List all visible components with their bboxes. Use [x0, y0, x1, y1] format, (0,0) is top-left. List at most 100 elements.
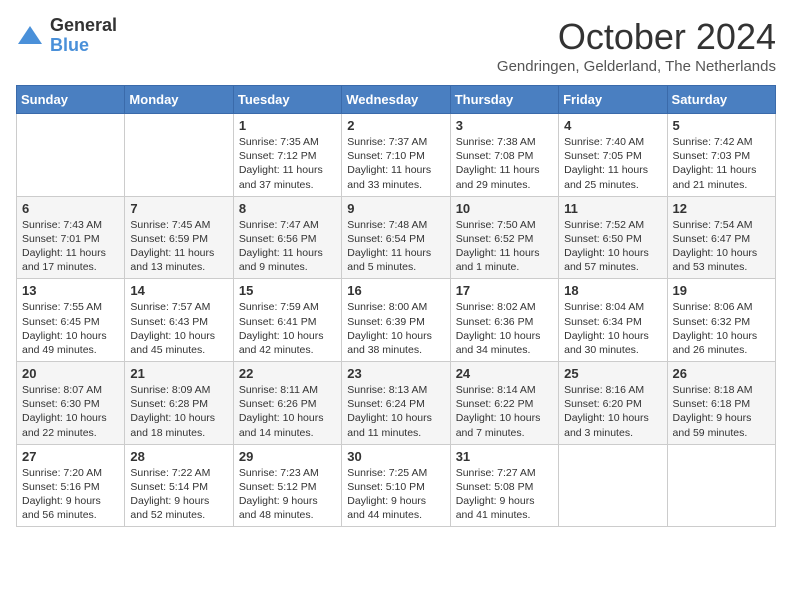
day-number: 31 — [456, 449, 553, 464]
logo-text: General Blue — [50, 16, 117, 56]
day-number: 7 — [130, 201, 227, 216]
day-number: 14 — [130, 283, 227, 298]
calendar-cell: 4 Sunrise: 7:40 AM Sunset: 7:05 PM Daylig… — [559, 114, 667, 197]
day-number: 10 — [456, 201, 553, 216]
day-info: Sunrise: 7:55 AM Sunset: 6:45 PM Dayligh… — [22, 300, 119, 357]
day-number: 24 — [456, 366, 553, 381]
day-number: 13 — [22, 283, 119, 298]
calendar-cell: 26 Sunrise: 8:18 AM Sunset: 6:18 PM Dayli… — [667, 362, 775, 445]
calendar-cell — [667, 444, 775, 527]
day-number: 19 — [673, 283, 770, 298]
calendar-cell: 6Sunrise: 7:43 AM Sunset: 7:01 PM Daylig… — [17, 196, 125, 279]
day-number: 27 — [22, 449, 119, 464]
day-number: 18 — [564, 283, 661, 298]
calendar-cell: 12 Sunrise: 7:54 AM Sunset: 6:47 PM Dayli… — [667, 196, 775, 279]
day-info: Sunrise: 7:54 AM Sunset: 6:47 PM Dayligh… — [673, 218, 770, 275]
day-info: Sunrise: 7:20 AM Sunset: 5:16 PM Dayligh… — [22, 466, 119, 523]
calendar-cell — [125, 114, 233, 197]
calendar-cell: 22 Sunrise: 8:11 AM Sunset: 6:26 PM Dayli… — [233, 362, 341, 445]
location-subtitle: Gendringen, Gelderland, The Netherlands — [497, 58, 776, 75]
day-info: Sunrise: 8:06 AM Sunset: 6:32 PM Dayligh… — [673, 300, 770, 357]
day-info: Sunrise: 7:27 AM Sunset: 5:08 PM Dayligh… — [456, 466, 553, 523]
day-info: Sunrise: 7:45 AM Sunset: 6:59 PM Dayligh… — [130, 218, 227, 275]
day-number: 23 — [347, 366, 444, 381]
logo-general-text: General — [50, 16, 117, 36]
day-info: Sunrise: 7:38 AM Sunset: 7:08 PM Dayligh… — [456, 135, 553, 192]
calendar-cell: 25Sunrise: 8:16 AM Sunset: 6:20 PM Dayli… — [559, 362, 667, 445]
calendar-cell: 2Sunrise: 7:37 AM Sunset: 7:10 PM Daylig… — [342, 114, 450, 197]
calendar-cell: 3 Sunrise: 7:38 AM Sunset: 7:08 PM Daylig… — [450, 114, 558, 197]
calendar-week-5: 27 Sunrise: 7:20 AM Sunset: 5:16 PM Dayli… — [17, 444, 776, 527]
day-number: 6 — [22, 201, 119, 216]
day-info: Sunrise: 7:40 AM Sunset: 7:05 PM Dayligh… — [564, 135, 661, 192]
calendar-header-row: SundayMondayTuesdayWednesdayThursdayFrid… — [17, 86, 776, 114]
day-info: Sunrise: 8:07 AM Sunset: 6:30 PM Dayligh… — [22, 383, 119, 440]
calendar-cell — [559, 444, 667, 527]
day-number: 2 — [347, 118, 444, 133]
calendar-cell: 24 Sunrise: 8:14 AM Sunset: 6:22 PM Dayli… — [450, 362, 558, 445]
calendar-week-2: 6Sunrise: 7:43 AM Sunset: 7:01 PM Daylig… — [17, 196, 776, 279]
calendar-cell: 7 Sunrise: 7:45 AM Sunset: 6:59 PM Daylig… — [125, 196, 233, 279]
calendar-cell — [17, 114, 125, 197]
day-info: Sunrise: 8:18 AM Sunset: 6:18 PM Dayligh… — [673, 383, 770, 440]
calendar-cell: 27 Sunrise: 7:20 AM Sunset: 5:16 PM Dayli… — [17, 444, 125, 527]
calendar-cell: 21 Sunrise: 8:09 AM Sunset: 6:28 PM Dayli… — [125, 362, 233, 445]
calendar-cell: 11 Sunrise: 7:52 AM Sunset: 6:50 PM Dayli… — [559, 196, 667, 279]
day-number: 9 — [347, 201, 444, 216]
day-number: 15 — [239, 283, 336, 298]
day-info: Sunrise: 7:42 AM Sunset: 7:03 PM Dayligh… — [673, 135, 770, 192]
calendar-cell: 31 Sunrise: 7:27 AM Sunset: 5:08 PM Dayli… — [450, 444, 558, 527]
col-header-sunday: Sunday — [17, 86, 125, 114]
calendar-week-1: 1 Sunrise: 7:35 AM Sunset: 7:12 PM Daylig… — [17, 114, 776, 197]
day-info: Sunrise: 7:48 AM Sunset: 6:54 PM Dayligh… — [347, 218, 444, 275]
day-info: Sunrise: 8:13 AM Sunset: 6:24 PM Dayligh… — [347, 383, 444, 440]
day-info: Sunrise: 7:59 AM Sunset: 6:41 PM Dayligh… — [239, 300, 336, 357]
day-number: 16 — [347, 283, 444, 298]
calendar-cell: 20 Sunrise: 8:07 AM Sunset: 6:30 PM Dayli… — [17, 362, 125, 445]
day-info: Sunrise: 7:47 AM Sunset: 6:56 PM Dayligh… — [239, 218, 336, 275]
day-info: Sunrise: 8:00 AM Sunset: 6:39 PM Dayligh… — [347, 300, 444, 357]
calendar-cell: 19 Sunrise: 8:06 AM Sunset: 6:32 PM Dayli… — [667, 279, 775, 362]
day-info: Sunrise: 8:14 AM Sunset: 6:22 PM Dayligh… — [456, 383, 553, 440]
col-header-tuesday: Tuesday — [233, 86, 341, 114]
day-number: 11 — [564, 201, 661, 216]
col-header-saturday: Saturday — [667, 86, 775, 114]
day-info: Sunrise: 7:23 AM Sunset: 5:12 PM Dayligh… — [239, 466, 336, 523]
day-number: 20 — [22, 366, 119, 381]
col-header-friday: Friday — [559, 86, 667, 114]
calendar-cell: 17Sunrise: 8:02 AM Sunset: 6:36 PM Dayli… — [450, 279, 558, 362]
col-header-monday: Monday — [125, 86, 233, 114]
day-number: 5 — [673, 118, 770, 133]
col-header-wednesday: Wednesday — [342, 86, 450, 114]
day-info: Sunrise: 7:57 AM Sunset: 6:43 PM Dayligh… — [130, 300, 227, 357]
calendar-cell: 16 Sunrise: 8:00 AM Sunset: 6:39 PM Dayli… — [342, 279, 450, 362]
day-number: 26 — [673, 366, 770, 381]
calendar-week-3: 13 Sunrise: 7:55 AM Sunset: 6:45 PM Dayli… — [17, 279, 776, 362]
calendar-table: SundayMondayTuesdayWednesdayThursdayFrid… — [16, 85, 776, 527]
day-info: Sunrise: 7:52 AM Sunset: 6:50 PM Dayligh… — [564, 218, 661, 275]
calendar-cell: 5 Sunrise: 7:42 AM Sunset: 7:03 PM Daylig… — [667, 114, 775, 197]
day-info: Sunrise: 8:11 AM Sunset: 6:26 PM Dayligh… — [239, 383, 336, 440]
day-number: 4 — [564, 118, 661, 133]
day-info: Sunrise: 7:35 AM Sunset: 7:12 PM Dayligh… — [239, 135, 336, 192]
day-number: 21 — [130, 366, 227, 381]
day-number: 17 — [456, 283, 553, 298]
logo-icon — [16, 22, 44, 50]
calendar-cell: 18Sunrise: 8:04 AM Sunset: 6:34 PM Dayli… — [559, 279, 667, 362]
logo-blue-text: Blue — [50, 36, 117, 56]
day-number: 1 — [239, 118, 336, 133]
day-info: Sunrise: 7:22 AM Sunset: 5:14 PM Dayligh… — [130, 466, 227, 523]
day-number: 12 — [673, 201, 770, 216]
day-number: 22 — [239, 366, 336, 381]
calendar-cell: 9 Sunrise: 7:48 AM Sunset: 6:54 PM Daylig… — [342, 196, 450, 279]
month-title: October 2024 — [497, 16, 776, 58]
calendar-cell: 15 Sunrise: 7:59 AM Sunset: 6:41 PM Dayli… — [233, 279, 341, 362]
calendar-cell: 13 Sunrise: 7:55 AM Sunset: 6:45 PM Dayli… — [17, 279, 125, 362]
day-info: Sunrise: 8:16 AM Sunset: 6:20 PM Dayligh… — [564, 383, 661, 440]
day-info: Sunrise: 8:09 AM Sunset: 6:28 PM Dayligh… — [130, 383, 227, 440]
day-number: 28 — [130, 449, 227, 464]
day-number: 29 — [239, 449, 336, 464]
calendar-cell: 1 Sunrise: 7:35 AM Sunset: 7:12 PM Daylig… — [233, 114, 341, 197]
day-number: 3 — [456, 118, 553, 133]
day-number: 8 — [239, 201, 336, 216]
